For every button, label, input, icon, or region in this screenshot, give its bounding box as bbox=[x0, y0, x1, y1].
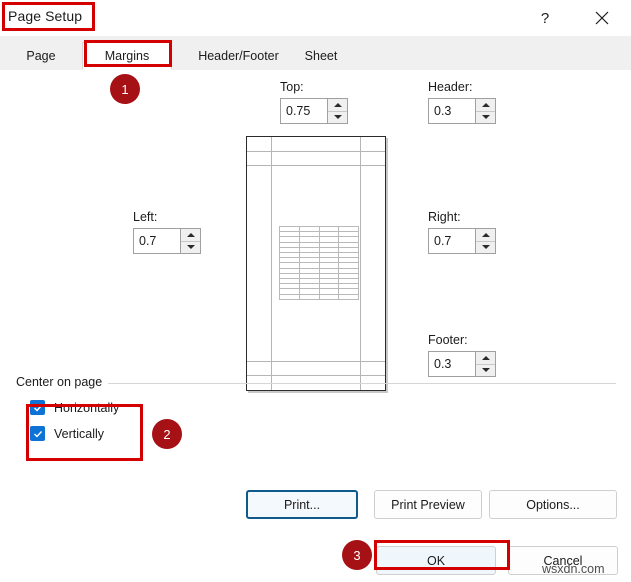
options-button[interactable]: Options... bbox=[489, 490, 617, 519]
top-margin-label: Top: bbox=[280, 80, 304, 94]
ok-button[interactable]: OK bbox=[376, 546, 496, 575]
tab-margins-label: Margins bbox=[104, 49, 150, 63]
print-preview-button-label: Print Preview bbox=[391, 497, 465, 512]
right-margin-spin-down[interactable] bbox=[476, 241, 495, 253]
top-margin-spin-down[interactable] bbox=[328, 111, 347, 123]
preview-header-guide bbox=[247, 151, 385, 152]
footer-margin-input[interactable] bbox=[429, 352, 475, 376]
print-button[interactable]: Print... bbox=[246, 490, 358, 519]
top-margin-group: Top: bbox=[280, 80, 348, 124]
header-margin-spin-down[interactable] bbox=[476, 111, 495, 123]
chevron-down-icon bbox=[333, 115, 342, 120]
tab-bar: Page Margins Header/Footer Sheet bbox=[0, 36, 631, 71]
right-margin-label: Right: bbox=[428, 210, 461, 224]
header-margin-spin-up[interactable] bbox=[476, 99, 495, 112]
tab-margins[interactable]: Margins bbox=[82, 42, 172, 70]
footer-margin-spin-up[interactable] bbox=[476, 352, 495, 365]
chevron-up-icon bbox=[333, 102, 342, 107]
margins-panel: Top: Header: Left: bbox=[0, 70, 631, 582]
dialog-title-bar: Page Setup ? bbox=[0, 0, 631, 36]
footer-margin-label: Footer: bbox=[428, 333, 468, 347]
chevron-down-icon bbox=[186, 245, 195, 250]
checkbox-row-horizontally[interactable]: Horizontally bbox=[30, 400, 119, 415]
ok-button-label: OK bbox=[426, 553, 446, 568]
chevron-up-icon bbox=[481, 355, 490, 360]
chevron-down-icon bbox=[481, 245, 490, 250]
left-margin-input[interactable] bbox=[134, 229, 180, 253]
right-margin-spin-up[interactable] bbox=[476, 229, 495, 242]
tab-header-footer-label: Header/Footer bbox=[198, 49, 279, 63]
tab-page[interactable]: Page bbox=[6, 42, 76, 70]
checkbox-vertically[interactable] bbox=[30, 426, 45, 441]
chevron-down-icon bbox=[481, 368, 490, 373]
top-margin-stepper[interactable] bbox=[280, 98, 348, 124]
footer-margin-group: Footer: bbox=[428, 333, 496, 377]
checkbox-horizontally[interactable] bbox=[30, 400, 45, 415]
checkbox-horizontally-label: Horizontally bbox=[54, 400, 120, 415]
tab-page-label: Page bbox=[26, 49, 56, 63]
help-glyph: ? bbox=[540, 9, 550, 27]
preview-footer-guide bbox=[247, 375, 385, 376]
chevron-up-icon bbox=[186, 232, 195, 237]
left-margin-spin-down[interactable] bbox=[181, 241, 200, 253]
top-margin-input[interactable] bbox=[281, 99, 327, 123]
footer-margin-spin-buttons bbox=[475, 352, 495, 376]
preview-left-margin-guide bbox=[271, 137, 272, 390]
right-margin-group: Right: bbox=[428, 210, 496, 254]
preview-bottom-margin-guide bbox=[247, 361, 385, 362]
footer-margin-spin-down[interactable] bbox=[476, 364, 495, 376]
right-margin-spin-buttons bbox=[475, 229, 495, 253]
chevron-down-icon bbox=[481, 115, 490, 120]
left-margin-spin-up[interactable] bbox=[181, 229, 200, 242]
preview-content-grid bbox=[279, 225, 359, 301]
page-preview bbox=[246, 136, 386, 391]
preview-top-margin-guide bbox=[247, 165, 385, 166]
top-margin-spin-up[interactable] bbox=[328, 99, 347, 112]
right-margin-input[interactable] bbox=[429, 229, 475, 253]
close-icon[interactable] bbox=[585, 4, 619, 32]
left-margin-label: Left: bbox=[133, 210, 158, 224]
chevron-up-icon bbox=[481, 102, 490, 107]
top-margin-spin-buttons bbox=[327, 99, 347, 123]
chevron-up-icon bbox=[481, 232, 490, 237]
center-on-page-label: Center on page bbox=[16, 375, 109, 389]
tab-sheet-label: Sheet bbox=[304, 49, 338, 63]
left-margin-group: Left: bbox=[133, 210, 201, 254]
left-margin-stepper[interactable] bbox=[133, 228, 201, 254]
preview-right-margin-guide bbox=[360, 137, 361, 390]
checkbox-vertically-label: Vertically bbox=[54, 426, 105, 441]
left-margin-spin-buttons bbox=[180, 229, 200, 253]
header-margin-spin-buttons bbox=[475, 99, 495, 123]
header-margin-input[interactable] bbox=[429, 99, 475, 123]
table-row bbox=[279, 293, 359, 301]
tab-sheet[interactable]: Sheet bbox=[283, 42, 359, 70]
options-button-label: Options... bbox=[526, 497, 580, 512]
header-margin-label: Header: bbox=[428, 80, 473, 94]
watermark: wsxdn.com bbox=[542, 562, 605, 576]
print-preview-button[interactable]: Print Preview bbox=[374, 490, 482, 519]
checkbox-row-vertically[interactable]: Vertically bbox=[30, 426, 104, 441]
page-title: Page Setup bbox=[8, 8, 83, 24]
footer-margin-stepper[interactable] bbox=[428, 351, 496, 377]
help-icon[interactable]: ? bbox=[528, 4, 562, 32]
right-margin-stepper[interactable] bbox=[428, 228, 496, 254]
print-button-label: Print... bbox=[283, 497, 321, 512]
header-margin-stepper[interactable] bbox=[428, 98, 496, 124]
header-margin-group: Header: bbox=[428, 80, 496, 124]
